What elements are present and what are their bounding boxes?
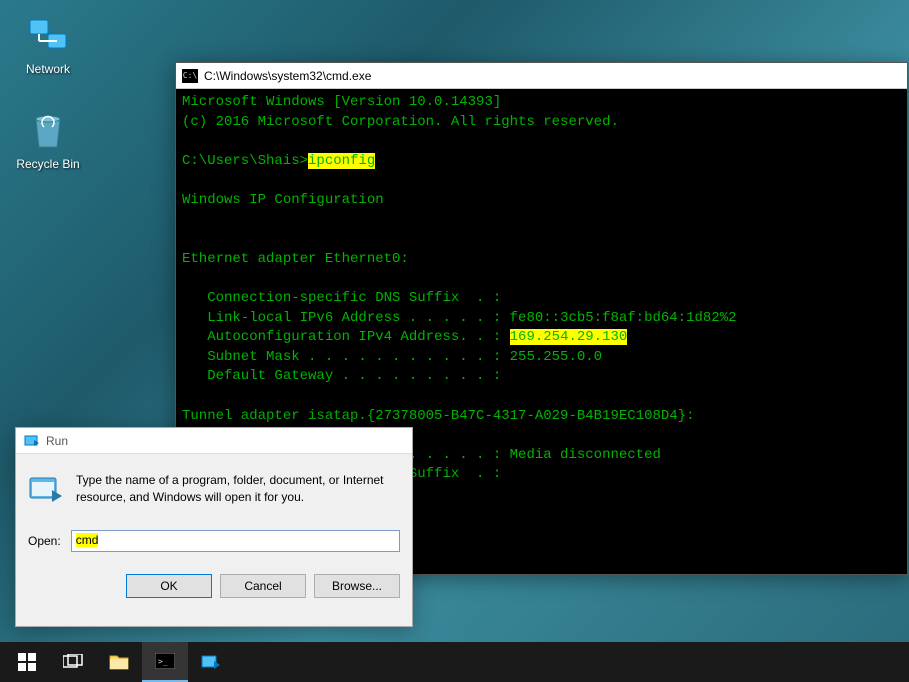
run-taskbar-icon <box>201 654 221 670</box>
desktop-icon-recycle-bin[interactable]: Recycle Bin <box>10 105 86 171</box>
taskbar: >_ <box>0 642 909 682</box>
cmd-ipv4-highlight: 169.254.29.130 <box>510 329 628 345</box>
cmd-line: Microsoft Windows [Version 10.0.14393] <box>182 94 501 110</box>
ok-button[interactable]: OK <box>126 574 212 598</box>
cmd-taskbar-button[interactable]: >_ <box>142 642 188 682</box>
desktop-icon-label: Recycle Bin <box>10 157 86 171</box>
desktop-icon-label: Network <box>10 62 86 76</box>
cmd-line: (c) 2016 Microsoft Corporation. All righ… <box>182 114 619 130</box>
cancel-button[interactable]: Cancel <box>220 574 306 598</box>
windows-icon <box>18 653 36 671</box>
network-icon <box>24 10 72 58</box>
run-input[interactable]: cmd <box>71 530 400 552</box>
cmd-line: Autoconfiguration IPv4 Address. . : <box>182 329 510 345</box>
cmd-line: Link-local IPv6 Address . . . . . : <box>182 310 510 326</box>
browse-button[interactable]: Browse... <box>314 574 400 598</box>
cmd-value: fe80::3cb5:f8af:bd64:1d82%2 <box>510 310 737 326</box>
cmd-line: Ethernet adapter Ethernet0: <box>182 251 409 267</box>
cmd-line: Default Gateway . . . . . . . . . : <box>182 368 501 384</box>
run-taskbar-button[interactable] <box>188 642 234 682</box>
file-explorer-button[interactable] <box>96 642 142 682</box>
run-open-label: Open: <box>28 534 61 548</box>
cmd-line: Connection-specific DNS Suffix . : <box>182 290 501 306</box>
cmd-command-highlight: ipconfig <box>308 153 375 169</box>
recycle-bin-icon <box>24 105 72 153</box>
run-description: Type the name of a program, folder, docu… <box>76 472 400 508</box>
cmd-line: Subnet Mask . . . . . . . . . . . : 255.… <box>182 349 602 365</box>
run-app-icon <box>28 472 64 508</box>
cmd-icon: C:\ <box>182 69 198 83</box>
start-button[interactable] <box>4 642 50 682</box>
cmd-title: C:\Windows\system32\cmd.exe <box>204 69 371 83</box>
run-titlebar[interactable]: Run <box>16 428 412 454</box>
run-input-value: cmd <box>76 533 99 547</box>
svg-text:>_: >_ <box>158 657 168 666</box>
run-dialog: Run Type the name of a program, folder, … <box>15 427 413 627</box>
cmd-line: Tunnel adapter isatap.{27378005-B47C-431… <box>182 408 694 424</box>
cmd-titlebar[interactable]: C:\ C:\Windows\system32\cmd.exe <box>176 63 907 89</box>
folder-icon <box>109 654 129 670</box>
task-view-icon <box>63 654 83 670</box>
cmd-line: Windows IP Configuration <box>182 192 384 208</box>
task-view-button[interactable] <box>50 642 96 682</box>
desktop-icon-network[interactable]: Network <box>10 10 86 76</box>
run-title: Run <box>46 434 68 448</box>
cmd-taskbar-icon: >_ <box>155 653 175 669</box>
run-icon <box>24 433 40 449</box>
cmd-prompt: C:\Users\Shais> <box>182 153 308 169</box>
